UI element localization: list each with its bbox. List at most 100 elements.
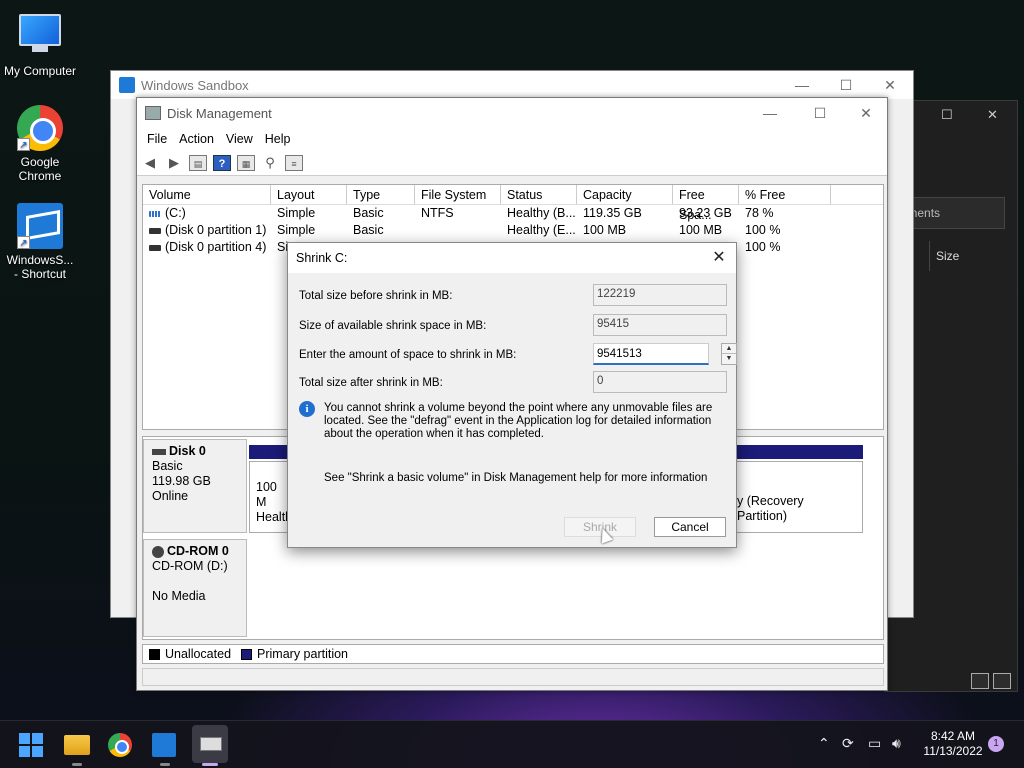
column-layout[interactable]: Layout [271,185,347,204]
running-indicator [72,763,82,766]
dialog-close-button[interactable]: ✕ [708,247,730,269]
shrink-amount-stepper[interactable]: ▲ ▼ [721,343,737,365]
properties-icon[interactable]: ▦ [237,154,255,171]
menu-file[interactable]: File [141,132,173,146]
taskbar: ⌃ ⟳ ▭ 🔊︎ 8:42 AM 11/13/2022 1 [0,720,1024,768]
column-status[interactable]: Status [501,185,577,204]
running-indicator [160,763,170,766]
window-title: Disk Management [167,105,272,121]
desktop-icon-label: My Computer [3,64,77,78]
console-tree-icon[interactable]: ▤ [189,154,207,171]
disk-0-label[interactable]: Disk 0 Basic 119.98 GB Online [143,439,247,533]
back-arrow-icon[interactable]: ◀ [141,155,159,171]
cell-percent-free: 100 % [745,223,781,237]
volume-icon [149,244,161,251]
dialog-titlebar: Shrink C: ✕ [288,243,736,273]
column-free-space[interactable]: Free Spa... [673,185,739,222]
shortcut-arrow-icon: ↗ [17,138,30,151]
volume-list-header: Volume Layout Type File System Status Ca… [143,185,883,222]
help-link-text[interactable]: See "Shrink a basic volume" in Disk Mana… [324,472,707,484]
computer-icon [17,14,63,60]
partition-recovery[interactable]: y (Recovery Partition) [737,461,863,533]
table-row[interactable]: (Disk 0 partition 1) Simple Basic Health… [143,222,883,239]
desktop-icon-google-chrome[interactable]: ↗ Google Chrome [0,105,80,183]
clock-time: 8:42 AM [930,729,976,743]
menu-action[interactable]: Action [173,132,220,146]
spin-up-icon[interactable]: ▲ [722,344,736,354]
shrink-amount-label: Enter the amount of space to shrink in M… [299,349,517,361]
shrink-dialog: Shrink C: ✕ Total size before shrink in … [287,242,737,548]
total-size-after-row: Total size after shrink in MB: 0 [299,371,729,395]
disk-type: Basic [152,459,183,473]
info-text: You cannot shrink a volume beyond the po… [324,402,713,440]
partition-label: y (Recovery Partition) [737,494,804,523]
sync-icon[interactable]: ⟳ [842,735,854,752]
notification-badge[interactable]: 1 [988,736,1004,752]
cell-layout: Simple [277,223,316,237]
thumbnail-view-icon[interactable] [993,673,1011,689]
network-icon[interactable]: ▭ [868,735,881,752]
close-icon[interactable]: ✕ [987,107,998,123]
disk-management-taskbar-icon[interactable] [192,725,228,763]
column-percent-free[interactable]: % Free [739,185,831,204]
column-header-size[interactable]: Size [929,241,1009,271]
volume-icon[interactable]: 🔊︎ [892,735,901,752]
connect-icon[interactable]: ⚲ [261,155,279,171]
desktop-icon-windows-sandbox-shortcut[interactable]: ↗ WindowsS... - Shortcut [0,203,80,281]
disk-name: Disk 0 [169,444,206,458]
chevron-up-icon[interactable]: ⌃ [818,735,830,752]
cdrom-0-label[interactable]: CD-ROM 0 CD-ROM (D:) No Media [143,539,247,637]
dialog-title: Shrink C: [296,251,348,265]
spin-down-icon[interactable]: ▼ [722,354,736,364]
menu-view[interactable]: View [220,132,259,146]
file-explorer-icon[interactable] [64,735,90,755]
cell-capacity: 100 MB [583,223,627,237]
menu-help[interactable]: Help [259,132,297,146]
cell-type: Basic [353,206,384,220]
settings-list-icon[interactable]: ≡ [285,154,303,171]
maximize-button[interactable]: ☐ [797,98,843,128]
sandbox-minimize-button[interactable]: — [779,71,825,99]
info-icon: i [299,401,315,417]
cell-status: Healthy (E... [507,223,576,237]
sandbox-icon: ↗ [17,203,63,249]
shrink-amount-input[interactable] [593,343,709,365]
help-icon[interactable]: ? [213,154,231,171]
column-type[interactable]: Type [347,185,415,204]
legend-swatch-unallocated [149,648,160,660]
clock[interactable]: 8:42 AM 11/13/2022 [918,729,988,759]
close-button[interactable]: ✕ [843,98,889,128]
disk-size [152,574,238,589]
details-view-icon[interactable] [971,673,989,689]
minimize-button[interactable]: — [747,98,793,128]
cell-free-space: 93.23 GB [679,206,732,220]
table-row[interactable]: (C:) Simple Basic NTFS Healthy (B... 119… [143,205,883,222]
volume-icon [149,210,161,217]
shrink-amount-row: Enter the amount of space to shrink in M… [299,343,737,367]
chrome-taskbar-icon[interactable] [108,733,132,757]
maximize-icon[interactable]: ☐ [941,107,953,123]
column-capacity[interactable]: Capacity [577,185,673,204]
sandbox-maximize-button[interactable]: ☐ [823,71,869,99]
disk-name: CD-ROM 0 [167,544,229,558]
cell-capacity: 119.35 GB [583,206,642,220]
start-button[interactable] [19,733,43,757]
total-size-after-value: 0 [593,371,727,393]
desktop-icon-my-computer[interactable]: My Computer [0,10,80,78]
legend: Unallocated Primary partition [142,644,884,664]
sandbox-close-button[interactable]: ✕ [867,71,913,99]
cell-percent-free: 78 % [745,206,774,220]
total-size-before-value: 122219 [593,284,727,306]
cell-volume: (C:) [165,206,186,220]
total-size-before-label: Total size before shrink in MB: [299,290,453,302]
sandbox-taskbar-icon[interactable] [152,733,176,757]
disk-state: No Media [152,589,206,603]
forward-arrow-icon[interactable]: ▶ [165,155,183,171]
partition-status: Health [256,510,293,524]
column-file-system[interactable]: File System [415,185,501,204]
cdrom-icon [152,545,164,558]
column-volume[interactable]: Volume [143,185,271,204]
cell-layout: Simple [277,206,316,220]
cancel-button[interactable]: Cancel [654,517,726,537]
cell-file-system [415,222,501,239]
